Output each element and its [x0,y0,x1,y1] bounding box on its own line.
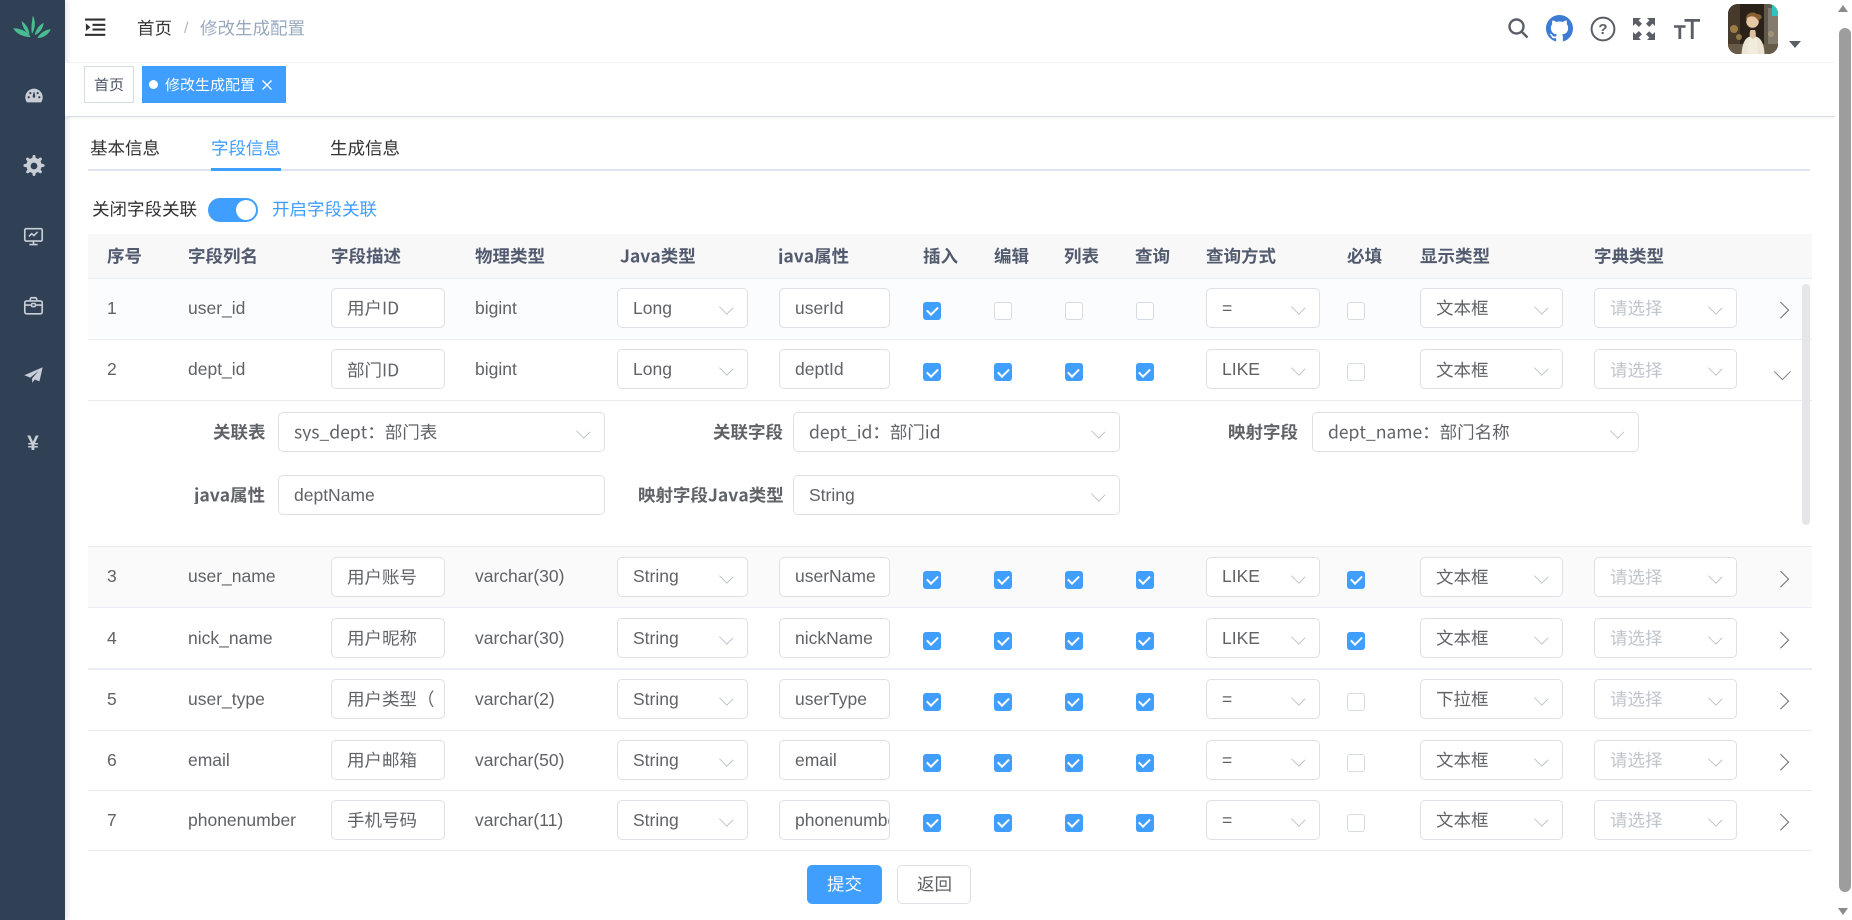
svg-text:?: ? [1598,21,1607,38]
